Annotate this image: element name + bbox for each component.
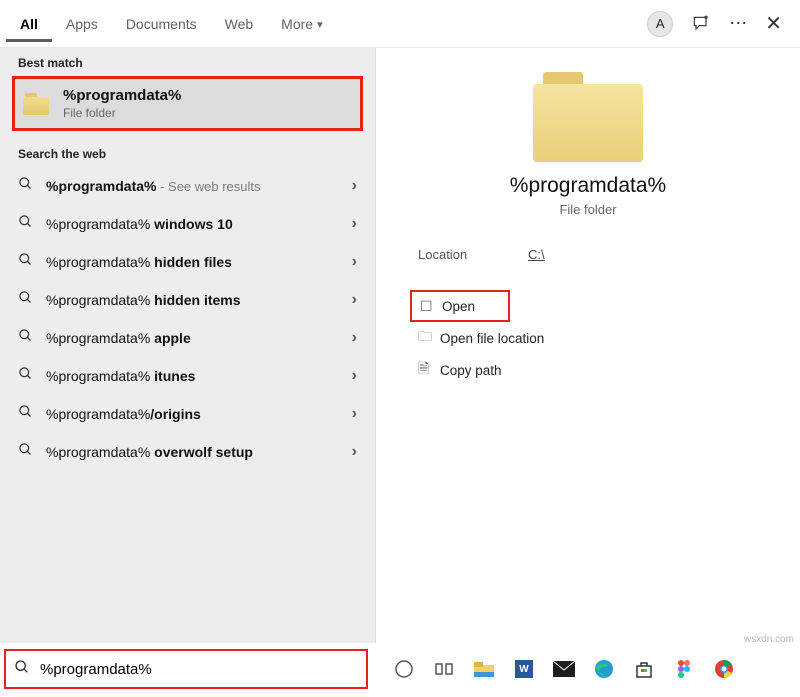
meta-location: Location C:\ bbox=[376, 217, 800, 272]
chevron-right-icon[interactable]: › bbox=[352, 253, 357, 271]
preview-panel: %programdata% File folder Location C:\ ☐… bbox=[376, 48, 800, 643]
close-icon[interactable]: ✕ bbox=[765, 11, 782, 36]
tab-all[interactable]: All bbox=[6, 5, 52, 42]
search-bar[interactable] bbox=[4, 649, 368, 689]
web-result-text: %programdata% apple bbox=[46, 330, 352, 346]
action-open[interactable]: ☐ Open bbox=[410, 290, 510, 322]
more-icon[interactable]: ⋯ bbox=[729, 13, 747, 34]
meta-location-label: Location bbox=[418, 247, 528, 262]
chevron-right-icon[interactable]: › bbox=[352, 291, 357, 309]
action-copy-path[interactable]: 🗎 Copy path bbox=[410, 354, 766, 386]
avatar[interactable]: A bbox=[647, 11, 673, 37]
best-match-title: %programdata% bbox=[63, 87, 181, 104]
web-result-text: %programdata% - See web results bbox=[46, 178, 352, 194]
chevron-right-icon[interactable]: › bbox=[352, 177, 357, 195]
web-result-text: %programdata% hidden items bbox=[46, 292, 352, 308]
search-icon bbox=[18, 290, 36, 310]
action-list: ☐ Open 🗀 Open file location 🗎 Copy path bbox=[376, 272, 800, 404]
folder-path-icon: 🗀 bbox=[418, 326, 440, 350]
action-open-label: Open bbox=[442, 299, 475, 314]
section-best-match: Best match bbox=[0, 48, 375, 76]
action-open-location-label: Open file location bbox=[440, 331, 544, 346]
action-open-location[interactable]: 🗀 Open file location bbox=[410, 322, 766, 354]
mail-icon[interactable] bbox=[550, 655, 578, 683]
web-result[interactable]: %programdata%/origins› bbox=[0, 395, 375, 433]
edge-icon[interactable] bbox=[590, 655, 618, 683]
web-result-text: %programdata% windows 10 bbox=[46, 216, 352, 232]
search-icon bbox=[18, 442, 36, 462]
best-match-result[interactable]: %programdata% File folder bbox=[12, 76, 363, 131]
cortana-icon[interactable] bbox=[390, 655, 418, 683]
tab-more-label: More bbox=[281, 16, 313, 32]
web-result[interactable]: %programdata% windows 10› bbox=[0, 205, 375, 243]
results-panel: Best match %programdata% File folder Sea… bbox=[0, 48, 376, 643]
web-result[interactable]: %programdata% overwolf setup› bbox=[0, 433, 375, 471]
chevron-right-icon[interactable]: › bbox=[352, 405, 357, 423]
chevron-right-icon[interactable]: › bbox=[352, 443, 357, 461]
task-view-icon[interactable] bbox=[430, 655, 458, 683]
section-search-web: Search the web bbox=[0, 139, 375, 167]
feedback-icon[interactable] bbox=[691, 14, 711, 34]
figma-icon[interactable] bbox=[670, 655, 698, 683]
top-icon-group: A ⋯ ✕ bbox=[647, 11, 800, 37]
taskbar: W bbox=[380, 649, 800, 689]
chevron-right-icon[interactable]: › bbox=[352, 367, 357, 385]
search-icon bbox=[18, 328, 36, 348]
tab-more[interactable]: More ▾ bbox=[267, 5, 336, 42]
web-result-text: %programdata% overwolf setup bbox=[46, 444, 352, 460]
search-icon bbox=[18, 176, 36, 196]
web-result[interactable]: %programdata% hidden items› bbox=[0, 281, 375, 319]
top-tabs-bar: All Apps Documents Web More ▾ A ⋯ ✕ bbox=[0, 0, 800, 48]
web-result[interactable]: %programdata% - See web results› bbox=[0, 167, 375, 205]
search-input[interactable] bbox=[38, 660, 358, 679]
tab-apps[interactable]: Apps bbox=[52, 5, 112, 42]
preview-folder-icon bbox=[533, 72, 643, 162]
preview-subtitle: File folder bbox=[376, 202, 800, 217]
web-result[interactable]: %programdata% hidden files› bbox=[0, 243, 375, 281]
web-result-text: %programdata% hidden files bbox=[46, 254, 352, 270]
chevron-right-icon[interactable]: › bbox=[352, 215, 357, 233]
web-result-text: %programdata% itunes bbox=[46, 368, 352, 384]
search-icon bbox=[18, 404, 36, 424]
chevron-down-icon: ▾ bbox=[317, 18, 323, 31]
tab-documents[interactable]: Documents bbox=[112, 5, 211, 42]
store-icon[interactable] bbox=[630, 655, 658, 683]
file-explorer-icon[interactable] bbox=[470, 655, 498, 683]
word-icon[interactable]: W bbox=[510, 655, 538, 683]
action-copy-path-label: Copy path bbox=[440, 363, 502, 378]
tab-web[interactable]: Web bbox=[211, 5, 268, 42]
credit-text: wsxdn.com bbox=[744, 634, 794, 645]
best-match-subtitle: File folder bbox=[63, 106, 181, 120]
meta-location-value[interactable]: C:\ bbox=[528, 247, 545, 262]
web-result[interactable]: %programdata% apple› bbox=[0, 319, 375, 357]
search-icon bbox=[14, 659, 30, 680]
chrome-icon[interactable] bbox=[710, 655, 738, 683]
copy-icon: 🗎 bbox=[418, 358, 440, 382]
preview-title: %programdata% bbox=[376, 174, 800, 198]
search-icon bbox=[18, 366, 36, 386]
search-icon bbox=[18, 214, 36, 234]
chevron-right-icon[interactable]: › bbox=[352, 329, 357, 347]
folder-icon bbox=[23, 91, 53, 117]
search-icon bbox=[18, 252, 36, 272]
web-result[interactable]: %programdata% itunes› bbox=[0, 357, 375, 395]
web-result-text: %programdata%/origins bbox=[46, 406, 352, 422]
open-icon: ☐ bbox=[420, 298, 442, 315]
